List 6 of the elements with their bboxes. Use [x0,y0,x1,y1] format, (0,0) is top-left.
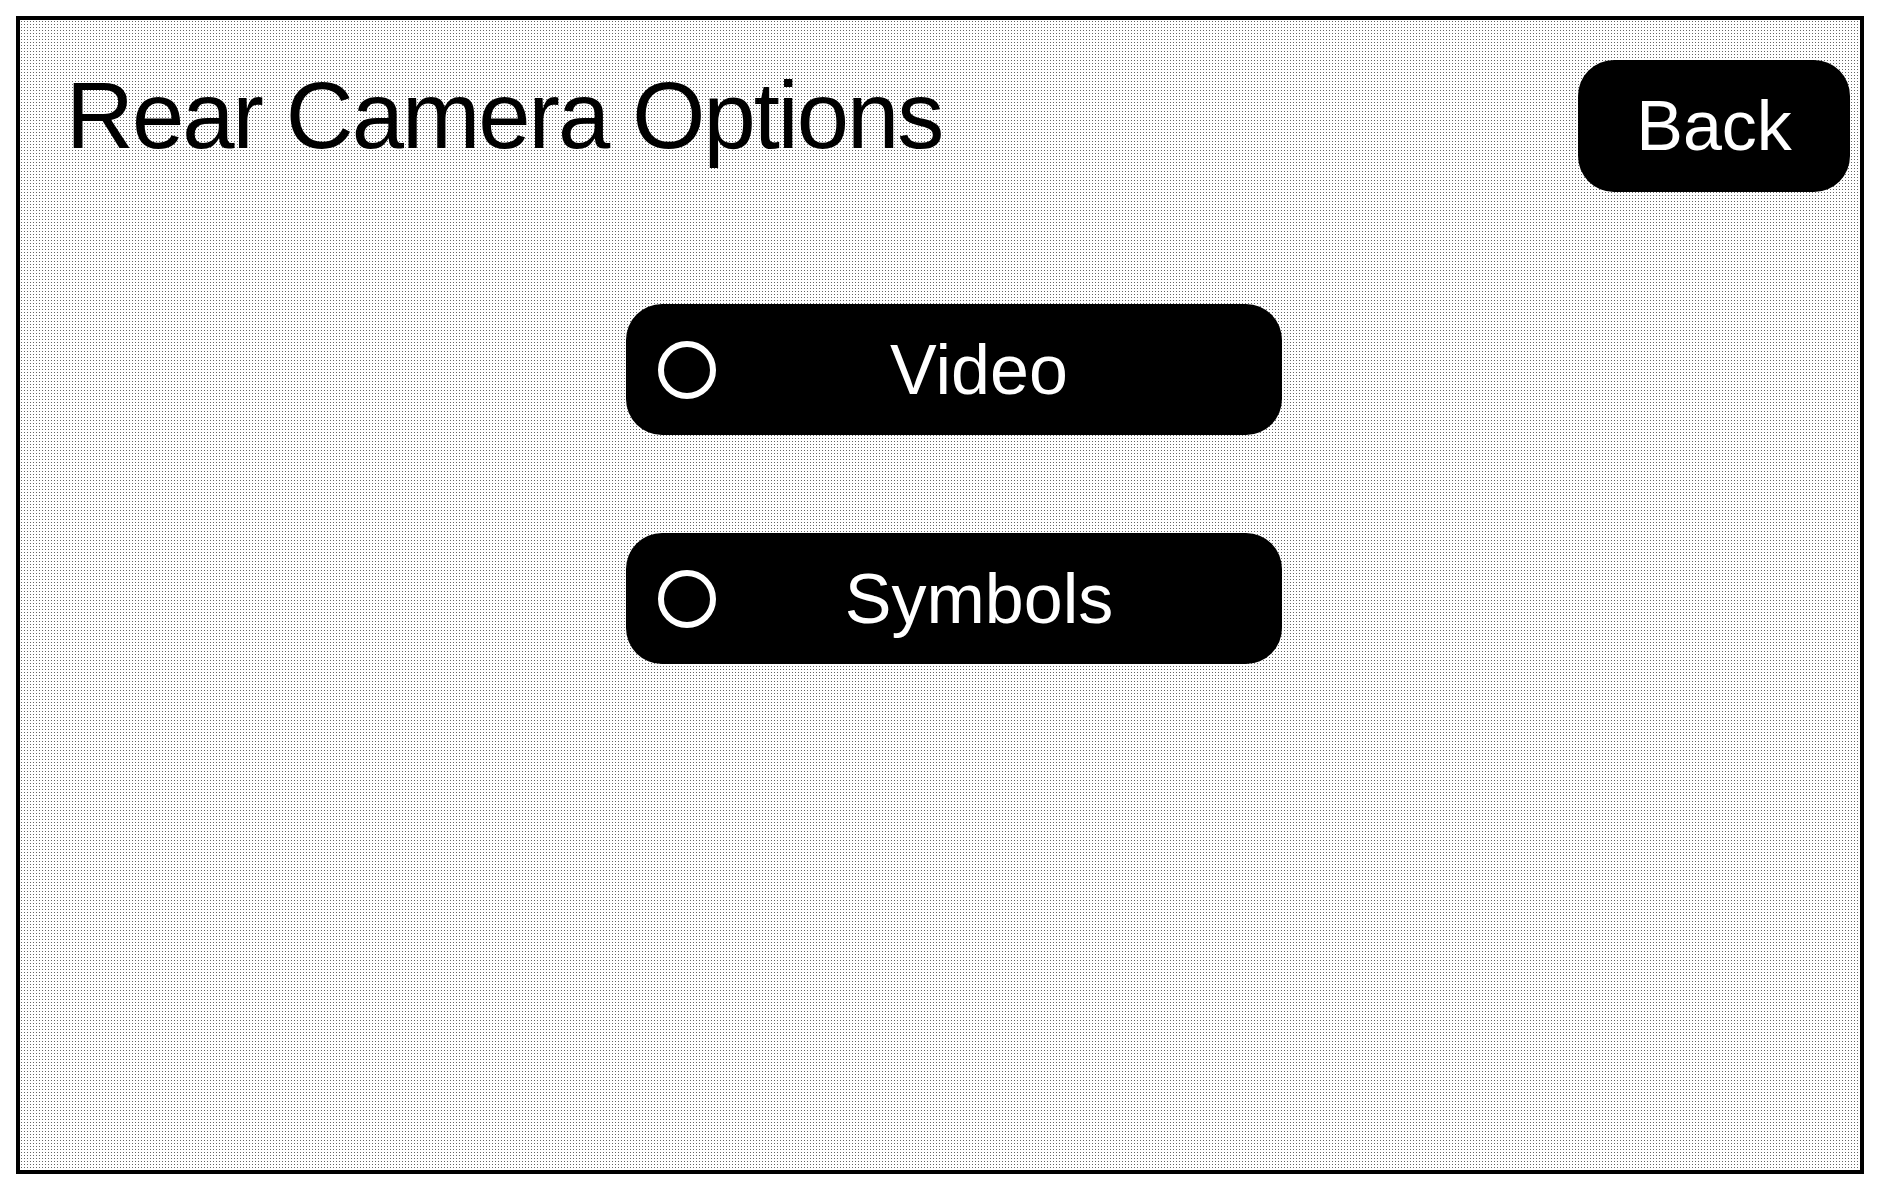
radio-button[interactable] [658,340,716,399]
screen-title: Rear Camera Options [65,62,944,170]
option-button[interactable]: Video [626,304,1282,435]
back-button[interactable]: Back [1578,60,1850,192]
option-button[interactable]: Symbols [626,533,1282,664]
radio-button[interactable] [658,569,716,628]
